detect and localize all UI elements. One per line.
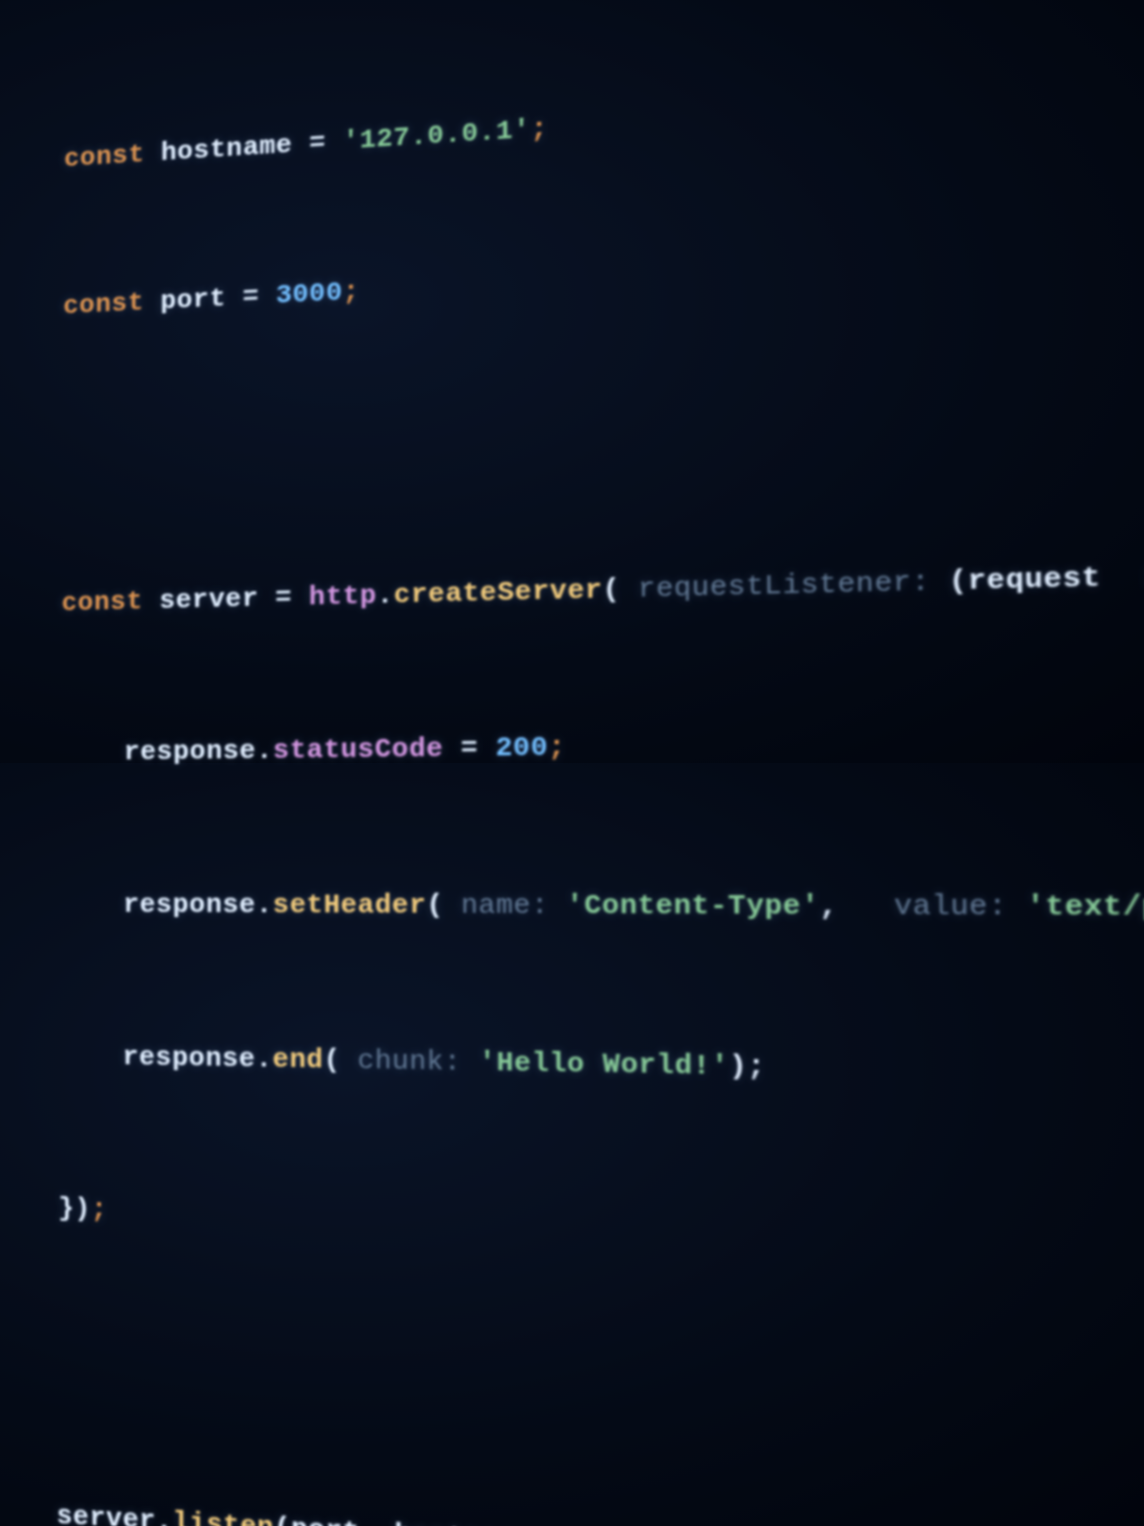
number-literal: 200 xyxy=(495,732,548,764)
dot: . xyxy=(377,580,394,612)
inlay-hint-requestlistener: requestListener: xyxy=(620,566,930,606)
identifier-response: response xyxy=(122,1041,255,1074)
semicolon: ; xyxy=(530,113,547,145)
identifier-port: port xyxy=(291,1513,360,1526)
dot: . xyxy=(256,889,273,920)
inlay-hint-name: name: xyxy=(444,889,549,921)
string-literal: 'text/plain' xyxy=(1007,890,1144,924)
operator-assign: = xyxy=(443,733,495,765)
identifier-port: port xyxy=(160,283,226,317)
blank-line xyxy=(57,1337,1144,1453)
close-braces: }) xyxy=(58,1193,91,1225)
method-listen: listen xyxy=(173,1507,274,1526)
blank-line xyxy=(62,374,1144,480)
keyword-const: const xyxy=(63,287,144,321)
keyword-const: const xyxy=(64,139,145,174)
operator-assign: = xyxy=(309,127,326,158)
inlay-hint-chunk: chunk: xyxy=(341,1044,462,1078)
dot: . xyxy=(156,1506,173,1526)
string-literal: 'Content-Type' xyxy=(549,889,820,922)
comma: , xyxy=(819,889,838,922)
inlay-hint-type: :IncomingM xyxy=(1101,556,1144,595)
identifier-server: server xyxy=(56,1500,156,1526)
identifier-hostname: hostname xyxy=(161,129,293,168)
open-paren: ( xyxy=(323,1044,340,1076)
inlay-hint-value: value: xyxy=(838,889,1007,922)
method-setheader: setHeader xyxy=(273,889,427,921)
code-line-5: response.setHeader( name: 'Content-Type'… xyxy=(60,880,1144,937)
semicolon: ; xyxy=(91,1194,108,1226)
operator-assign: = xyxy=(275,582,292,613)
method-end: end xyxy=(273,1043,324,1075)
code-line-8: server.listen(port, hostname, listeningL… xyxy=(56,1491,1144,1526)
property-statuscode: statusCode xyxy=(273,733,443,766)
code-line-3: const server = http.createServer( reques… xyxy=(61,542,1144,629)
code-editor: const hostname = '127.0.0.1'; const port… xyxy=(55,0,1144,1526)
open-paren: ( xyxy=(930,565,968,599)
code-line-4: response.statusCode = 200; xyxy=(61,710,1144,779)
method-createserver: createServer xyxy=(394,575,603,611)
close-paren: ); xyxy=(729,1050,766,1083)
comma: , xyxy=(360,1517,395,1526)
semicolon: ; xyxy=(548,732,566,764)
identifier-request: request xyxy=(968,562,1102,598)
keyword-const: const xyxy=(61,586,142,618)
string-literal: 'Hello World!' xyxy=(461,1046,729,1082)
number-literal: 3000 xyxy=(276,277,343,311)
identifier-server: server xyxy=(159,583,258,616)
open-paren: ( xyxy=(426,889,443,921)
identifier-response: response xyxy=(123,889,256,920)
open-paren: ( xyxy=(603,574,621,606)
code-line-6: response.end( chunk: 'Hello World!'); xyxy=(59,1031,1144,1107)
code-line-1: const hostname = '127.0.0.1'; xyxy=(64,43,1144,184)
open-paren: ( xyxy=(274,1512,291,1526)
identifier-response: response xyxy=(124,736,257,768)
dot: . xyxy=(256,736,273,767)
identifier-hostname: hostname xyxy=(395,1519,536,1526)
operator-assign: = xyxy=(242,281,259,312)
code-line-7: }); xyxy=(58,1183,1144,1279)
object-http: http xyxy=(309,580,377,613)
code-line-2: const port = 3000; xyxy=(63,208,1144,332)
string-literal: '127.0.0.1' xyxy=(343,114,531,157)
semicolon: ; xyxy=(343,276,360,308)
dot: . xyxy=(256,1043,273,1075)
